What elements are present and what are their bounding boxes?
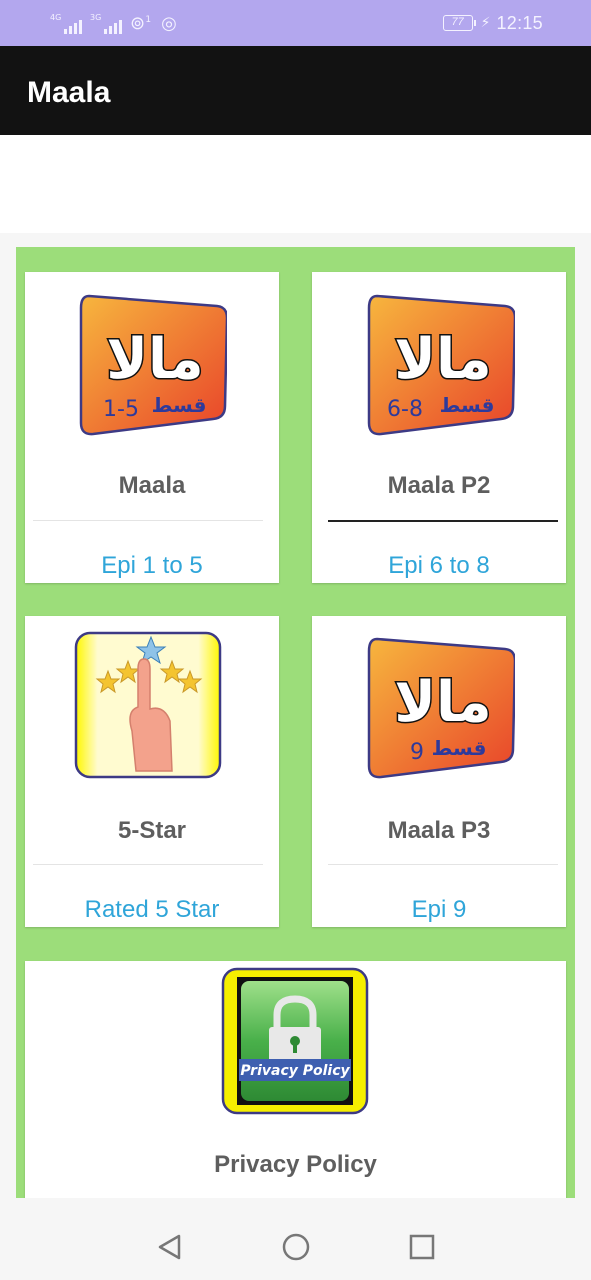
hotspot-count: 1 <box>145 15 152 25</box>
status-left: 4G 3G ⊚ 1 ◎ <box>50 12 177 34</box>
navigation-bar <box>0 1212 591 1280</box>
divider <box>33 520 263 521</box>
card-maala-p3[interactable]: مالا قسط 9 Maala P3 Epi 9 <box>312 616 566 927</box>
battery-icon: 77 <box>442 15 476 31</box>
privacy-thumb-label: Privacy Policy <box>240 1063 350 1079</box>
sim2-network-label: 3G <box>90 13 102 22</box>
card-title: 5-Star <box>117 817 187 844</box>
logo-caption: قسط <box>152 393 207 417</box>
card-subtitle: Epi 9 <box>411 896 467 923</box>
sim1-network-label: 4G <box>50 13 62 22</box>
divider-focused <box>328 520 558 522</box>
privacy-lock-icon: Privacy Policy <box>221 967 369 1115</box>
maala-logo-icon: مالا قسط 9 <box>367 637 515 779</box>
card-title: Maala P3 <box>387 817 491 844</box>
card-maala-p2[interactable]: مالا قسط 6-8 Maala P2 Epi 6 to 8 <box>312 272 566 583</box>
status-right: 77 ⚡ 12:15 <box>442 12 543 34</box>
card-title: Privacy Policy <box>214 1151 377 1178</box>
maala-logo-icon: مالا قسط 1-5 <box>79 294 227 436</box>
banner-space <box>0 135 591 233</box>
recents-icon[interactable] <box>407 1232 437 1262</box>
five-star-rating-icon <box>74 631 222 779</box>
card-title: Maala <box>118 472 186 499</box>
logo-caption: قسط <box>432 736 487 760</box>
card-subtitle: Rated 5 Star <box>84 896 220 923</box>
card-privacy-policy[interactable]: Privacy Policy Privacy Policy <box>25 961 566 1198</box>
status-time: 12:15 <box>496 12 543 33</box>
app-bar: Maala <box>0 46 591 135</box>
status-bar: 4G 3G ⊚ 1 ◎ 77 ⚡ 12:15 <box>0 0 591 46</box>
logo-episodes: 6-8 <box>387 397 423 422</box>
logo-text: مالا <box>394 327 491 392</box>
card-title: Maala P2 <box>387 472 491 499</box>
card-five-star[interactable]: 5-Star Rated 5 Star <box>25 616 279 927</box>
logo-text: مالا <box>394 670 491 735</box>
nfc-icon: ◎ <box>161 13 177 34</box>
app-title: Maala <box>27 76 111 109</box>
card-subtitle: Epi 6 to 8 <box>388 552 490 579</box>
sim2-signal-icon: 3G <box>90 14 122 34</box>
logo-caption: قسط <box>440 393 495 417</box>
logo-episodes: 9 <box>410 740 424 765</box>
logo-episodes: 1-5 <box>103 397 139 422</box>
card-subtitle: Epi 1 to 5 <box>101 552 203 579</box>
divider <box>328 864 558 865</box>
card-maala[interactable]: مالا قسط 1-5 Maala Epi 1 to 5 <box>25 272 279 583</box>
home-icon[interactable] <box>281 1232 311 1262</box>
maala-logo-icon: مالا قسط 6-8 <box>367 294 515 436</box>
battery-level: 77 <box>451 16 464 28</box>
divider <box>33 864 263 865</box>
menu-grid: مالا قسط 1-5 Maala Epi 1 to 5 مالا قسط 6… <box>16 247 575 1198</box>
hotspot-icon: ⊚ 1 <box>130 14 151 34</box>
back-icon[interactable] <box>155 1232 185 1262</box>
logo-text: مالا <box>106 327 203 392</box>
charging-icon: ⚡ <box>480 15 491 31</box>
sim1-signal-icon: 4G <box>50 14 82 34</box>
